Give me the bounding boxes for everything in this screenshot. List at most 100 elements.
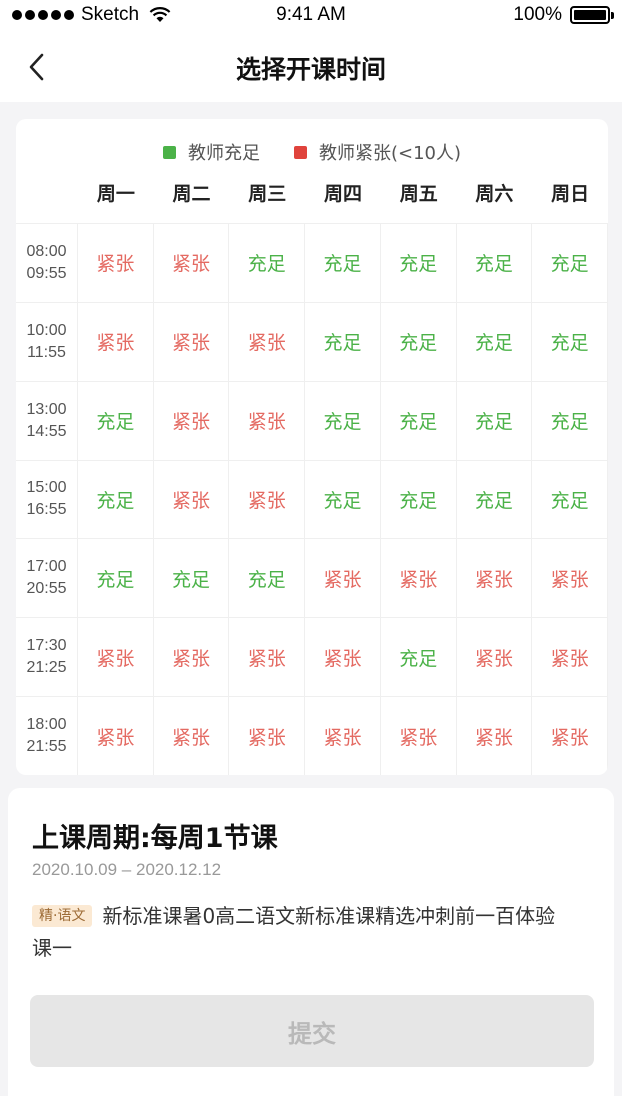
time-slot-end: 14:55 xyxy=(26,422,67,440)
slot-cell-sat[interactable]: 充足 xyxy=(456,301,533,381)
status-bar: Sketch 9:41 AM 100% xyxy=(0,0,622,32)
submit-button[interactable]: 提交 xyxy=(30,995,594,1067)
battery-icon xyxy=(570,6,614,24)
legend: 教师充足 教师紧张(<10人) xyxy=(16,139,608,165)
slot-cell-fri[interactable]: 紧张 xyxy=(380,538,457,618)
slot-cell-sun[interactable]: 充足 xyxy=(532,459,608,539)
slot-cell-wed[interactable]: 紧张 xyxy=(229,459,306,539)
day-header-tue: 周二 xyxy=(172,183,211,205)
slot-cell-sun[interactable]: 紧张 xyxy=(532,538,608,618)
page-title: 选择开课时间 xyxy=(235,55,386,84)
time-slot-label: 17:00 20:55 xyxy=(16,538,78,618)
slot-cell-sat[interactable]: 充足 xyxy=(456,380,533,460)
slot-cell-sat[interactable]: 紧张 xyxy=(456,617,533,697)
day-header-sat: 周六 xyxy=(475,183,514,205)
day-header-sun: 周日 xyxy=(551,183,590,205)
course-description: 精·语文 新标准课暑0高二语文新标准课精选冲刺前一百体验课一 xyxy=(32,900,572,964)
day-header-row: 周一 周二 周三 周四 周五 周六 周日 xyxy=(78,181,608,221)
time-slot-label: 18:00 21:55 xyxy=(16,696,78,775)
slot-cell-thu[interactable]: 充足 xyxy=(305,223,381,302)
slot-cell-tue[interactable]: 紧张 xyxy=(153,380,230,460)
slot-cell-wed[interactable]: 紧张 xyxy=(229,696,306,775)
time-slot-start: 17:30 xyxy=(26,637,67,655)
slot-cell-thu[interactable]: 紧张 xyxy=(305,617,381,697)
slot-cell-thu[interactable]: 紧张 xyxy=(305,538,381,618)
slot-cell-sun[interactable]: 充足 xyxy=(532,301,608,381)
legend-tight-label: 教师紧张(<10人) xyxy=(318,143,462,164)
slot-cell-sun[interactable]: 充足 xyxy=(532,380,608,460)
slot-cell-mon[interactable]: 紧张 xyxy=(78,696,154,775)
slot-cell-sun[interactable]: 紧张 xyxy=(532,696,608,775)
course-date-range: 2020.10.09 – 2020.12.12 xyxy=(32,860,222,879)
slot-cell-mon[interactable]: 充足 xyxy=(78,538,154,618)
time-slot-start: 10:00 xyxy=(26,321,67,339)
slot-cell-tue[interactable]: 紧张 xyxy=(153,617,230,697)
slot-cell-fri[interactable]: 充足 xyxy=(380,459,457,539)
legend-ok-label: 教师充足 xyxy=(187,143,260,164)
time-slot-end: 21:55 xyxy=(26,738,67,756)
time-slot-label: 08:00 09:55 xyxy=(16,223,78,302)
slot-cell-wed[interactable]: 紧张 xyxy=(229,617,306,697)
battery-fill xyxy=(574,10,606,20)
slot-cell-wed[interactable]: 充足 xyxy=(229,223,306,302)
time-slot-end: 11:55 xyxy=(27,343,66,361)
slot-cell-tue[interactable]: 充足 xyxy=(153,538,230,618)
day-header-fri: 周五 xyxy=(399,183,438,205)
slot-cell-fri[interactable]: 紧张 xyxy=(380,696,457,775)
slot-cell-mon[interactable]: 充足 xyxy=(78,380,154,460)
slot-cell-thu[interactable]: 充足 xyxy=(305,459,381,539)
slot-cell-mon[interactable]: 充足 xyxy=(78,459,154,539)
time-slot-label: 17:30 21:25 xyxy=(16,617,78,697)
slot-cell-sat[interactable]: 紧张 xyxy=(456,696,533,775)
time-slot-end: 20:55 xyxy=(26,580,67,598)
slot-cell-sat[interactable]: 紧张 xyxy=(456,538,533,618)
slot-cell-tue[interactable]: 紧张 xyxy=(153,696,230,775)
slot-cell-mon[interactable]: 紧张 xyxy=(78,223,154,302)
course-period-title: 上课周期:每周1节课 xyxy=(32,823,278,854)
time-slot-end: 21:25 xyxy=(26,659,67,677)
legend-item-ok: 教师充足 xyxy=(162,139,260,165)
slot-cell-fri[interactable]: 充足 xyxy=(380,301,457,381)
slot-cell-wed[interactable]: 充足 xyxy=(229,538,306,618)
day-header-wed: 周三 xyxy=(248,183,287,205)
subject-badge: 精·语文 xyxy=(32,905,93,927)
battery-percentage: 100% xyxy=(513,4,562,25)
slot-cell-mon[interactable]: 紧张 xyxy=(78,301,154,381)
time-slot-start: 13:00 xyxy=(26,400,67,418)
day-header-thu: 周四 xyxy=(323,183,362,205)
time-slot-start: 18:00 xyxy=(26,716,67,734)
nav-bar: 选择开课时间 xyxy=(0,32,622,102)
course-name: 新标准课暑0高二语文新标准课精选冲刺前一百体验课一 xyxy=(32,904,556,960)
time-slot-end: 16:55 xyxy=(26,501,67,519)
schedule-grid: 08:00 09:55 紧张 紧张 充足 充足 充足 充足 充足 10:00 11:55 紧张 紧张 紧张… xyxy=(16,223,608,775)
slot-cell-tue[interactable]: 紧张 xyxy=(153,301,230,381)
time-slot-start: 17:00 xyxy=(26,558,67,576)
slot-cell-wed[interactable]: 紧张 xyxy=(229,301,306,381)
slot-cell-mon[interactable]: 紧张 xyxy=(78,617,154,697)
time-slot-label: 15:00 16:55 xyxy=(16,459,78,539)
time-slot-label: 13:00 14:55 xyxy=(16,380,78,460)
slot-cell-tue[interactable]: 紧张 xyxy=(153,459,230,539)
time-slot-end: 09:55 xyxy=(26,264,67,282)
day-header-mon: 周一 xyxy=(96,183,135,205)
slot-cell-sun[interactable]: 紧张 xyxy=(532,617,608,697)
legend-tight-swatch xyxy=(293,145,307,159)
slot-cell-fri[interactable]: 充足 xyxy=(380,617,457,697)
slot-cell-thu[interactable]: 紧张 xyxy=(305,696,381,775)
time-slot-start: 08:00 xyxy=(26,242,67,260)
slot-cell-sat[interactable]: 充足 xyxy=(456,459,533,539)
slot-cell-sun[interactable]: 充足 xyxy=(532,223,608,302)
slot-cell-wed[interactable]: 紧张 xyxy=(229,380,306,460)
legend-item-tight: 教师紧张(<10人) xyxy=(293,139,462,165)
slot-cell-sat[interactable]: 充足 xyxy=(456,223,533,302)
slot-cell-thu[interactable]: 充足 xyxy=(305,301,381,381)
legend-ok-swatch xyxy=(162,145,176,159)
slot-cell-fri[interactable]: 充足 xyxy=(380,223,457,302)
time-slot-label: 10:00 11:55 xyxy=(16,301,78,381)
time-slot-start: 15:00 xyxy=(26,479,67,497)
slot-cell-tue[interactable]: 紧张 xyxy=(153,223,230,302)
slot-cell-fri[interactable]: 充足 xyxy=(380,380,457,460)
slot-cell-thu[interactable]: 充足 xyxy=(305,380,381,460)
schedule-card: 教师充足 教师紧张(<10人) 周一 周二 周三 周四 周五 周六 周日 08:… xyxy=(16,119,608,775)
status-bar-right: 100% xyxy=(513,4,614,26)
